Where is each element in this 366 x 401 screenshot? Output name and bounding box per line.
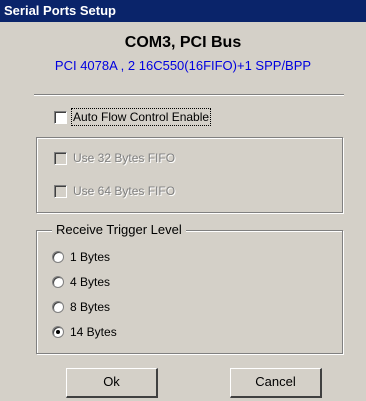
port-details: PCI 4078A , 2 16C550(16FIFO)+1 SPP/BPP (54, 58, 312, 73)
use-32-bytes-fifo-checkbox[interactable]: Use 32 Bytes FIFO (54, 151, 175, 165)
port-name: COM3, PCI Bus (124, 34, 242, 51)
separator (34, 94, 344, 96)
radio-button[interactable] (52, 276, 64, 288)
checkbox-box[interactable] (54, 110, 67, 124)
window-title-bar: Serial Ports Setup (0, 0, 366, 22)
receive-trigger-level-caption: Receive Trigger Level (52, 222, 186, 237)
cancel-button[interactable]: Cancel (230, 368, 322, 398)
use-64-bytes-fifo-checkbox[interactable]: Use 64 Bytes FIFO (54, 184, 175, 198)
fifo-options-group (36, 137, 343, 213)
trigger-level-label: 1 Bytes (70, 250, 111, 264)
ok-button[interactable]: Ok (66, 368, 158, 398)
trigger-level-label: 8 Bytes (70, 300, 111, 314)
trigger-level-label: 14 Bytes (70, 325, 117, 339)
auto-flow-control-checkbox[interactable]: Auto Flow Control Enable (54, 108, 212, 126)
checkbox-box[interactable] (54, 151, 67, 165)
radio-button[interactable] (52, 301, 64, 313)
trigger-level-1-radio[interactable]: 1 Bytes (52, 250, 110, 264)
trigger-level-4-radio[interactable]: 4 Bytes (52, 275, 110, 289)
trigger-level-8-radio[interactable]: 8 Bytes (52, 300, 110, 314)
trigger-level-label: 4 Bytes (70, 275, 111, 289)
serial-ports-setup-window: Serial Ports Setup COM3, PCI Bus PCI 407… (0, 0, 366, 401)
use-64-bytes-fifo-label: Use 64 Bytes FIFO (73, 184, 176, 198)
auto-flow-control-label: Auto Flow Control Enable (70, 108, 212, 126)
use-32-bytes-fifo-label: Use 32 Bytes FIFO (73, 151, 176, 165)
radio-button[interactable] (52, 251, 64, 263)
radio-button[interactable] (52, 326, 64, 338)
trigger-level-14-radio[interactable]: 14 Bytes (52, 325, 117, 339)
checkbox-box[interactable] (54, 184, 67, 198)
